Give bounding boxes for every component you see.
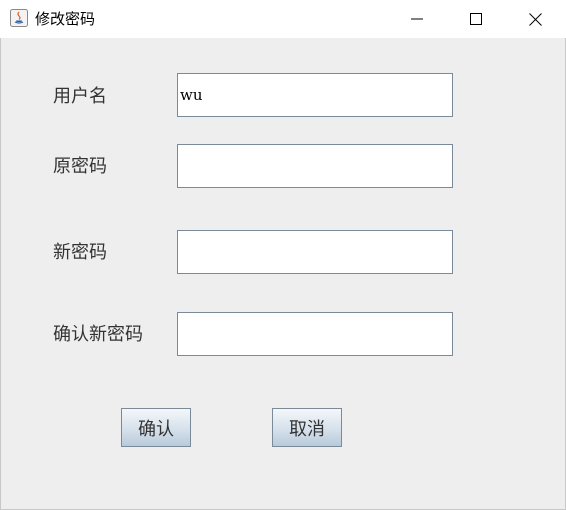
minimize-button[interactable] [394,0,440,38]
close-icon [528,12,542,26]
maximize-icon [470,13,482,25]
minimize-icon [411,18,423,20]
old-password-field[interactable] [177,144,453,188]
old-password-label: 原密码 [53,156,107,177]
window-border-left [0,38,1,510]
confirm-button[interactable]: 确认 [121,408,191,447]
java-icon [10,9,28,27]
username-label: 用户名 [53,86,107,107]
username-field[interactable] [177,73,453,117]
maximize-button[interactable] [453,0,499,38]
new-password-label: 新密码 [53,242,107,263]
confirm-password-label: 确认新密码 [53,324,143,345]
close-button[interactable] [512,0,558,38]
new-password-field[interactable] [177,230,453,274]
confirm-password-field[interactable] [177,312,453,356]
window-title: 修改密码 [35,10,96,28]
title-bar[interactable]: 修改密码 [0,0,566,38]
cancel-button[interactable]: 取消 [272,408,342,447]
